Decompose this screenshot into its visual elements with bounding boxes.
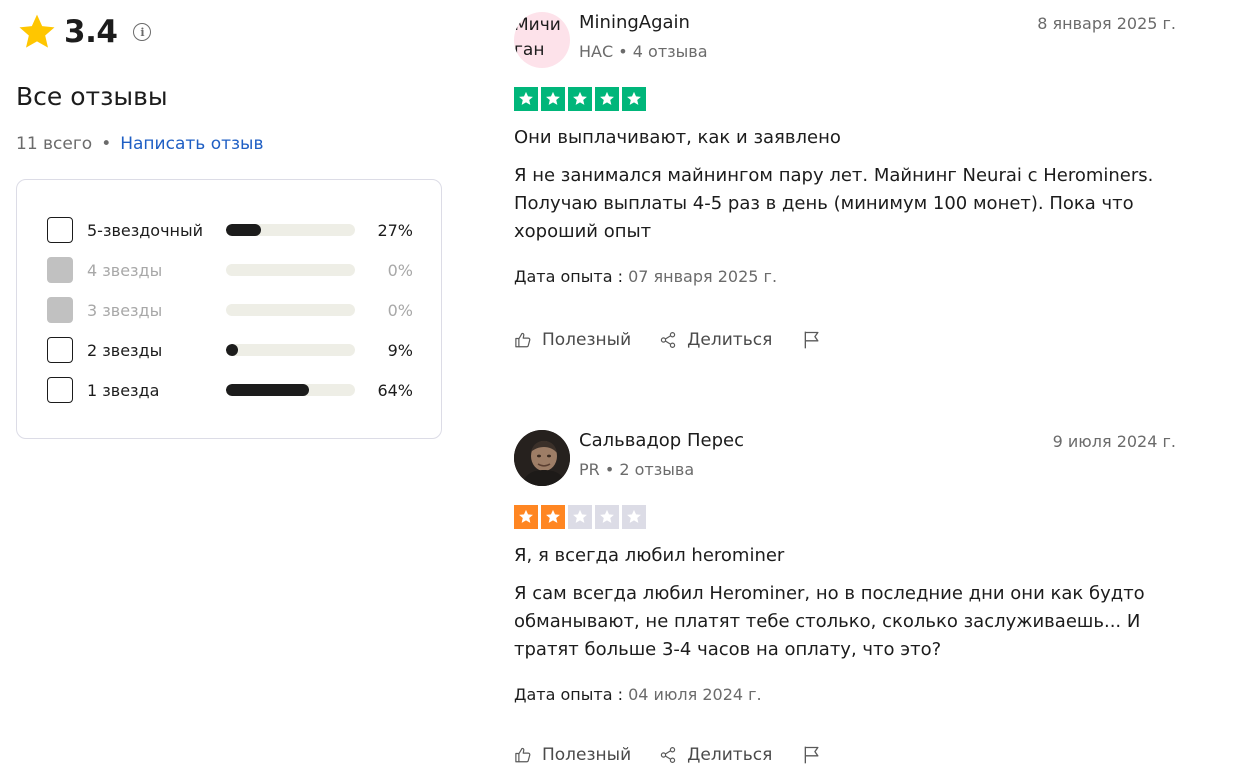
useful-button[interactable]: Полезный xyxy=(514,745,631,765)
rating-summary: 3.4 i xyxy=(16,12,152,52)
filter-checkbox[interactable] xyxy=(47,257,73,283)
rating-score: 3.4 xyxy=(64,14,118,50)
distribution-bar xyxy=(226,384,355,396)
filter-row-4-stars[interactable]: 4 звезды 0% xyxy=(47,255,417,285)
filter-percent: 64% xyxy=(377,380,413,400)
star-rating xyxy=(514,505,649,529)
thumbs-up-icon xyxy=(514,331,542,349)
experience-date-label: Дата опыта : xyxy=(514,267,623,286)
rating-star-icon xyxy=(541,87,565,111)
distribution-bar xyxy=(226,344,355,356)
share-button[interactable]: Делиться xyxy=(659,330,772,350)
reviewer-meta: НАС • 4 отзыва xyxy=(579,42,708,61)
useful-button[interactable]: Полезный xyxy=(514,330,631,350)
share-label: Делиться xyxy=(687,330,773,350)
rating-star-icon xyxy=(514,87,538,111)
distribution-bar xyxy=(226,304,355,316)
avatar-initials: Мичи ган xyxy=(514,15,561,60)
filter-percent: 27% xyxy=(377,220,413,240)
distribution-bar xyxy=(226,264,355,276)
experience-date: 04 июля 2024 г. xyxy=(628,685,762,704)
avatar[interactable] xyxy=(514,430,570,486)
distribution-bar-fill xyxy=(226,224,261,236)
review-body: Я сам всегда любил Herominer, но в после… xyxy=(514,583,1145,660)
thumbs-up-icon xyxy=(514,746,542,764)
filter-row-2-stars[interactable]: 2 звезды 9% xyxy=(47,335,417,365)
star-rating xyxy=(514,87,649,111)
rating-star-icon xyxy=(595,505,619,529)
share-icon xyxy=(659,331,687,349)
review-count: 11 всего xyxy=(16,134,93,154)
reviewer-name[interactable]: Сальвадор Перес xyxy=(579,430,744,451)
info-icon[interactable]: i xyxy=(133,23,152,41)
share-icon xyxy=(659,746,687,764)
distribution-bar-fill xyxy=(226,384,309,396)
write-review-link[interactable]: Написать отзыв xyxy=(120,134,263,154)
filter-label: 5-звездочный xyxy=(87,220,204,240)
review-title[interactable]: Я, я всегда любил herominer xyxy=(514,545,784,566)
rating-star-icon xyxy=(568,87,592,111)
useful-label: Полезный xyxy=(542,330,632,350)
rating-star-icon xyxy=(622,87,646,111)
filter-percent: 0% xyxy=(387,300,413,320)
flag-icon[interactable] xyxy=(802,745,822,765)
rating-star-icon xyxy=(541,505,565,529)
rating-star-icon xyxy=(622,505,646,529)
filter-label: 1 звезда xyxy=(87,380,160,400)
review-actions: Полезный Делиться xyxy=(514,330,822,350)
rating-star-icon xyxy=(568,505,592,529)
reviewer-name[interactable]: MiningAgain xyxy=(579,12,690,33)
experience-date-line: Дата опыта : 04 июля 2024 г. xyxy=(514,685,762,704)
filter-checkbox[interactable] xyxy=(47,337,73,363)
useful-label: Полезный xyxy=(542,745,632,765)
flag-icon[interactable] xyxy=(802,330,822,350)
filter-row-1-star[interactable]: 1 звезда 64% xyxy=(47,375,417,405)
filter-checkbox[interactable] xyxy=(47,217,73,243)
star-filter-card: 5-звездочный 27% 4 звезды 0% 3 звезды 0%… xyxy=(16,179,442,439)
rating-star-icon xyxy=(595,87,619,111)
review-title[interactable]: Они выплачивают, как и заявлено xyxy=(514,127,841,148)
share-label: Делиться xyxy=(687,745,773,765)
distribution-bar xyxy=(226,224,355,236)
separator-dot: • xyxy=(101,134,112,154)
page-title: Все отзывы xyxy=(16,82,168,111)
review-card: Сальвадор Перес PR • 2 отзыва 9 июля 202… xyxy=(514,430,1176,770)
filter-label: 4 звезды xyxy=(87,260,163,280)
filter-row-5-stars[interactable]: 5-звездочный 27% xyxy=(47,215,417,245)
share-button[interactable]: Делиться xyxy=(659,745,772,765)
distribution-bar-fill xyxy=(226,344,238,356)
review-card: Мичи ган MiningAgain НАС • 4 отзыва 8 янв… xyxy=(514,12,1176,357)
filter-label: 3 звезды xyxy=(87,300,163,320)
reviewer-meta: PR • 2 отзыва xyxy=(579,460,695,479)
experience-date: 07 января 2025 г. xyxy=(628,267,778,286)
filter-checkbox[interactable] xyxy=(47,377,73,403)
experience-date-line: Дата опыта : 07 января 2025 г. xyxy=(514,267,777,286)
filter-percent: 0% xyxy=(387,260,413,280)
review-total-line: 11 всего • Написать отзыв xyxy=(16,134,263,154)
filter-percent: 9% xyxy=(387,340,413,360)
filter-row-3-stars[interactable]: 3 звезды 0% xyxy=(47,295,417,325)
filter-label: 2 звезды xyxy=(87,340,163,360)
rating-star-icon xyxy=(514,505,538,529)
review-actions: Полезный Делиться xyxy=(514,745,822,765)
review-date: 8 января 2025 г. xyxy=(1037,14,1176,33)
filter-checkbox[interactable] xyxy=(47,297,73,323)
experience-date-label: Дата опыта : xyxy=(514,685,623,704)
star-icon xyxy=(16,12,58,52)
review-date: 9 июля 2024 г. xyxy=(1052,432,1176,451)
avatar[interactable]: Мичи ган xyxy=(514,12,570,68)
review-body: Я не занимался майнингом пару лет. Майни… xyxy=(514,165,1154,242)
